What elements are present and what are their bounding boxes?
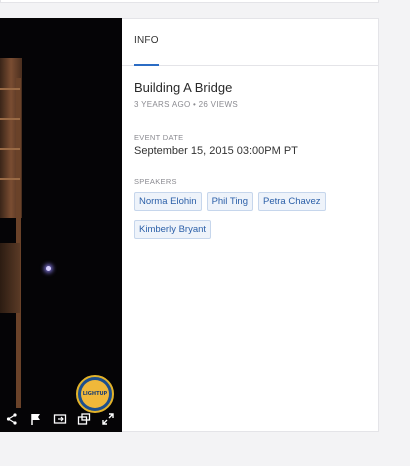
video-frame-slat	[0, 178, 20, 180]
share-icon[interactable]	[5, 412, 19, 426]
top-card-edge	[0, 0, 379, 3]
info-content: Building A Bridge 3 YEARS AGO • 26 VIEWS…	[122, 66, 378, 251]
video-title: Building A Bridge	[134, 80, 233, 95]
flag-icon[interactable]	[29, 412, 43, 426]
fullscreen-icon[interactable]	[101, 412, 115, 426]
tab-info[interactable]: INFO	[134, 35, 159, 46]
video-meta: 3 YEARS AGO • 26 VIEWS	[134, 100, 238, 109]
speaker-chip[interactable]: Kimberly Bryant	[134, 220, 212, 239]
popout-icon[interactable]	[77, 412, 91, 426]
embed-icon[interactable]	[53, 412, 67, 426]
channel-logo-text: LIGHTUP	[81, 380, 109, 408]
tab-active-indicator	[134, 64, 159, 66]
video-frame-slat	[0, 118, 20, 120]
speaker-chip[interactable]: Phil Ting	[206, 192, 253, 211]
speaker-chip[interactable]: Petra Chavez	[258, 192, 326, 211]
video-player[interactable]: LIGHTUP	[0, 18, 123, 432]
event-date-label: EVENT DATE	[134, 133, 184, 142]
video-light-point	[46, 266, 51, 271]
speaker-list: Norma Elohin Phil Ting Petra Chavez Kimb…	[134, 192, 354, 239]
event-date-value: September 15, 2015 03:00PM PT	[134, 145, 298, 157]
video-frame-slat	[0, 88, 20, 90]
video-frame-slat	[0, 148, 20, 150]
tab-bar: INFO	[122, 19, 378, 66]
video-frame-base	[0, 243, 20, 313]
video-controls	[0, 406, 123, 432]
speakers-label: SPEAKERS	[134, 177, 177, 186]
speaker-chip[interactable]: Norma Elohin	[134, 192, 202, 211]
info-panel: INFO Building A Bridge 3 YEARS AGO • 26 …	[122, 18, 379, 432]
